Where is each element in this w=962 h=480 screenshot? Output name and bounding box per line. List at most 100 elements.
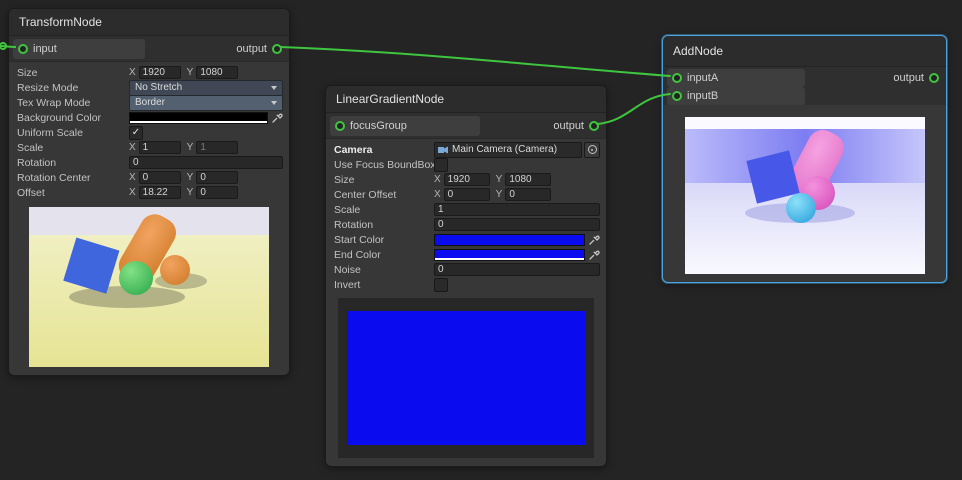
size-y-input[interactable] bbox=[196, 66, 238, 79]
noise-input[interactable] bbox=[434, 263, 600, 276]
output-port-label: output bbox=[553, 120, 584, 132]
camera-row: Camera Main Camera (Camera) bbox=[334, 143, 600, 156]
add-output-port[interactable]: output bbox=[893, 72, 942, 84]
field-label: Invert bbox=[334, 279, 434, 291]
field-label: Center Offset bbox=[334, 189, 434, 201]
axis-y-label: Y bbox=[187, 172, 194, 183]
resize-mode-row: Resize Mode No Stretch bbox=[17, 81, 283, 94]
input-b-port-icon[interactable] bbox=[672, 91, 682, 101]
eyedropper-icon[interactable] bbox=[272, 112, 283, 123]
field-label: Camera bbox=[334, 144, 434, 156]
axis-x-label: X bbox=[129, 142, 136, 153]
input-a-port-label: inputA bbox=[687, 72, 718, 84]
input-port-icon[interactable] bbox=[18, 44, 28, 54]
camera-icon bbox=[438, 146, 448, 154]
field-label: Uniform Scale bbox=[17, 127, 129, 139]
eyedropper-icon[interactable] bbox=[589, 234, 600, 245]
scale-row: Scale X Y bbox=[17, 141, 283, 154]
focus-group-port-icon[interactable] bbox=[335, 121, 345, 131]
uniform-scale-checkbox[interactable]: ✓ bbox=[129, 126, 143, 140]
size-y-input[interactable] bbox=[505, 173, 551, 186]
axis-y-label: Y bbox=[187, 142, 194, 153]
invert-row: Invert bbox=[334, 278, 600, 291]
focus-group-port[interactable]: focusGroup bbox=[330, 116, 480, 136]
resize-mode-value: No Stretch bbox=[135, 82, 182, 93]
input-a-port-icon[interactable] bbox=[672, 73, 682, 83]
transform-node[interactable]: TransformNode input output Size X Y Resi… bbox=[8, 8, 290, 376]
field-label: Tex Wrap Mode bbox=[17, 97, 129, 109]
axis-x-label: X bbox=[129, 172, 136, 183]
linear-gradient-node-ports: focusGroup output bbox=[326, 113, 606, 139]
edge-gradient-to-add-inputb[interactable] bbox=[597, 94, 670, 124]
output-port-label: output bbox=[236, 43, 267, 55]
add-node-preview bbox=[685, 117, 925, 274]
resize-mode-dropdown[interactable]: No Stretch bbox=[129, 80, 283, 96]
invert-checkbox[interactable] bbox=[434, 278, 448, 292]
start-color-swatch[interactable] bbox=[434, 234, 585, 246]
transform-node-ports: input output bbox=[9, 36, 289, 62]
output-port-label: output bbox=[893, 72, 924, 84]
field-label: Rotation Center bbox=[17, 172, 129, 184]
field-label: Background Color bbox=[17, 112, 129, 124]
field-label: Resize Mode bbox=[17, 82, 129, 94]
rotation-row: Rotation bbox=[17, 156, 283, 169]
rotation-center-y-input[interactable] bbox=[196, 171, 238, 184]
center-offset-row: Center Offset X Y bbox=[334, 188, 600, 201]
rotation-input[interactable] bbox=[129, 156, 283, 169]
camera-object-field[interactable]: Main Camera (Camera) bbox=[434, 142, 582, 158]
noise-row: Noise bbox=[334, 263, 600, 276]
input-a-port[interactable]: inputA bbox=[667, 69, 805, 87]
axis-y-label: Y bbox=[496, 189, 503, 200]
center-offset-x-input[interactable] bbox=[444, 188, 490, 201]
input-port-label: input bbox=[33, 43, 57, 55]
end-color-row: End Color bbox=[334, 248, 600, 261]
rotation-center-x-input[interactable] bbox=[139, 171, 181, 184]
rotation-row: Rotation bbox=[334, 218, 600, 231]
node-graph-canvas[interactable]: TransformNode input output Size X Y Resi… bbox=[0, 0, 962, 480]
background-color-swatch[interactable] bbox=[129, 112, 268, 124]
offscreen-port-icon[interactable] bbox=[0, 43, 6, 49]
center-offset-y-input[interactable] bbox=[505, 188, 551, 201]
tex-wrap-mode-row: Tex Wrap Mode Border bbox=[17, 96, 283, 109]
input-b-port[interactable]: inputB bbox=[667, 87, 805, 105]
size-x-input[interactable] bbox=[139, 66, 181, 79]
transform-output-port[interactable]: output bbox=[236, 43, 285, 55]
field-label: Noise bbox=[334, 264, 434, 276]
add-node-title-bar[interactable]: AddNode bbox=[663, 36, 946, 67]
size-x-input[interactable] bbox=[444, 173, 490, 186]
field-label: Rotation bbox=[17, 157, 129, 169]
offset-x-input[interactable] bbox=[139, 186, 181, 199]
transform-node-title-bar[interactable]: TransformNode bbox=[9, 9, 289, 36]
output-port-icon[interactable] bbox=[929, 73, 939, 83]
background-color-row: Background Color bbox=[17, 111, 283, 124]
size-row: Size X Y bbox=[334, 173, 600, 186]
use-focus-boundbox-checkbox[interactable] bbox=[434, 158, 448, 172]
focus-group-port-label: focusGroup bbox=[350, 120, 407, 132]
scale-row: Scale bbox=[334, 203, 600, 216]
scale-x-input[interactable] bbox=[139, 141, 181, 154]
eyedropper-icon[interactable] bbox=[589, 249, 600, 260]
axis-x-label: X bbox=[434, 189, 441, 200]
output-port-icon[interactable] bbox=[272, 44, 282, 54]
object-picker-icon[interactable] bbox=[584, 142, 600, 158]
tex-wrap-mode-dropdown[interactable]: Border bbox=[129, 95, 283, 111]
scale-input[interactable] bbox=[434, 203, 600, 216]
axis-y-label: Y bbox=[187, 67, 194, 78]
edge-transform-to-add-inputa[interactable] bbox=[281, 47, 670, 76]
offset-y-input[interactable] bbox=[196, 186, 238, 199]
end-color-swatch[interactable] bbox=[434, 249, 585, 261]
add-node[interactable]: AddNode inputA output inputB bbox=[662, 35, 947, 283]
output-port-icon[interactable] bbox=[589, 121, 599, 131]
field-label: Size bbox=[334, 174, 434, 186]
axis-x-label: X bbox=[129, 67, 136, 78]
rotation-input[interactable] bbox=[434, 218, 600, 231]
add-node-ports-row1: inputA output bbox=[663, 67, 946, 87]
input-b-port-label: inputB bbox=[687, 90, 718, 102]
axis-y-label: Y bbox=[187, 187, 194, 198]
transform-input-port[interactable]: input bbox=[13, 39, 145, 59]
gradient-output-port[interactable]: output bbox=[553, 120, 602, 132]
camera-object-value: Main Camera (Camera) bbox=[452, 144, 557, 155]
linear-gradient-node[interactable]: LinearGradientNode focusGroup output Cam… bbox=[325, 85, 607, 467]
linear-gradient-node-title-bar[interactable]: LinearGradientNode bbox=[326, 86, 606, 113]
axis-x-label: X bbox=[434, 174, 441, 185]
